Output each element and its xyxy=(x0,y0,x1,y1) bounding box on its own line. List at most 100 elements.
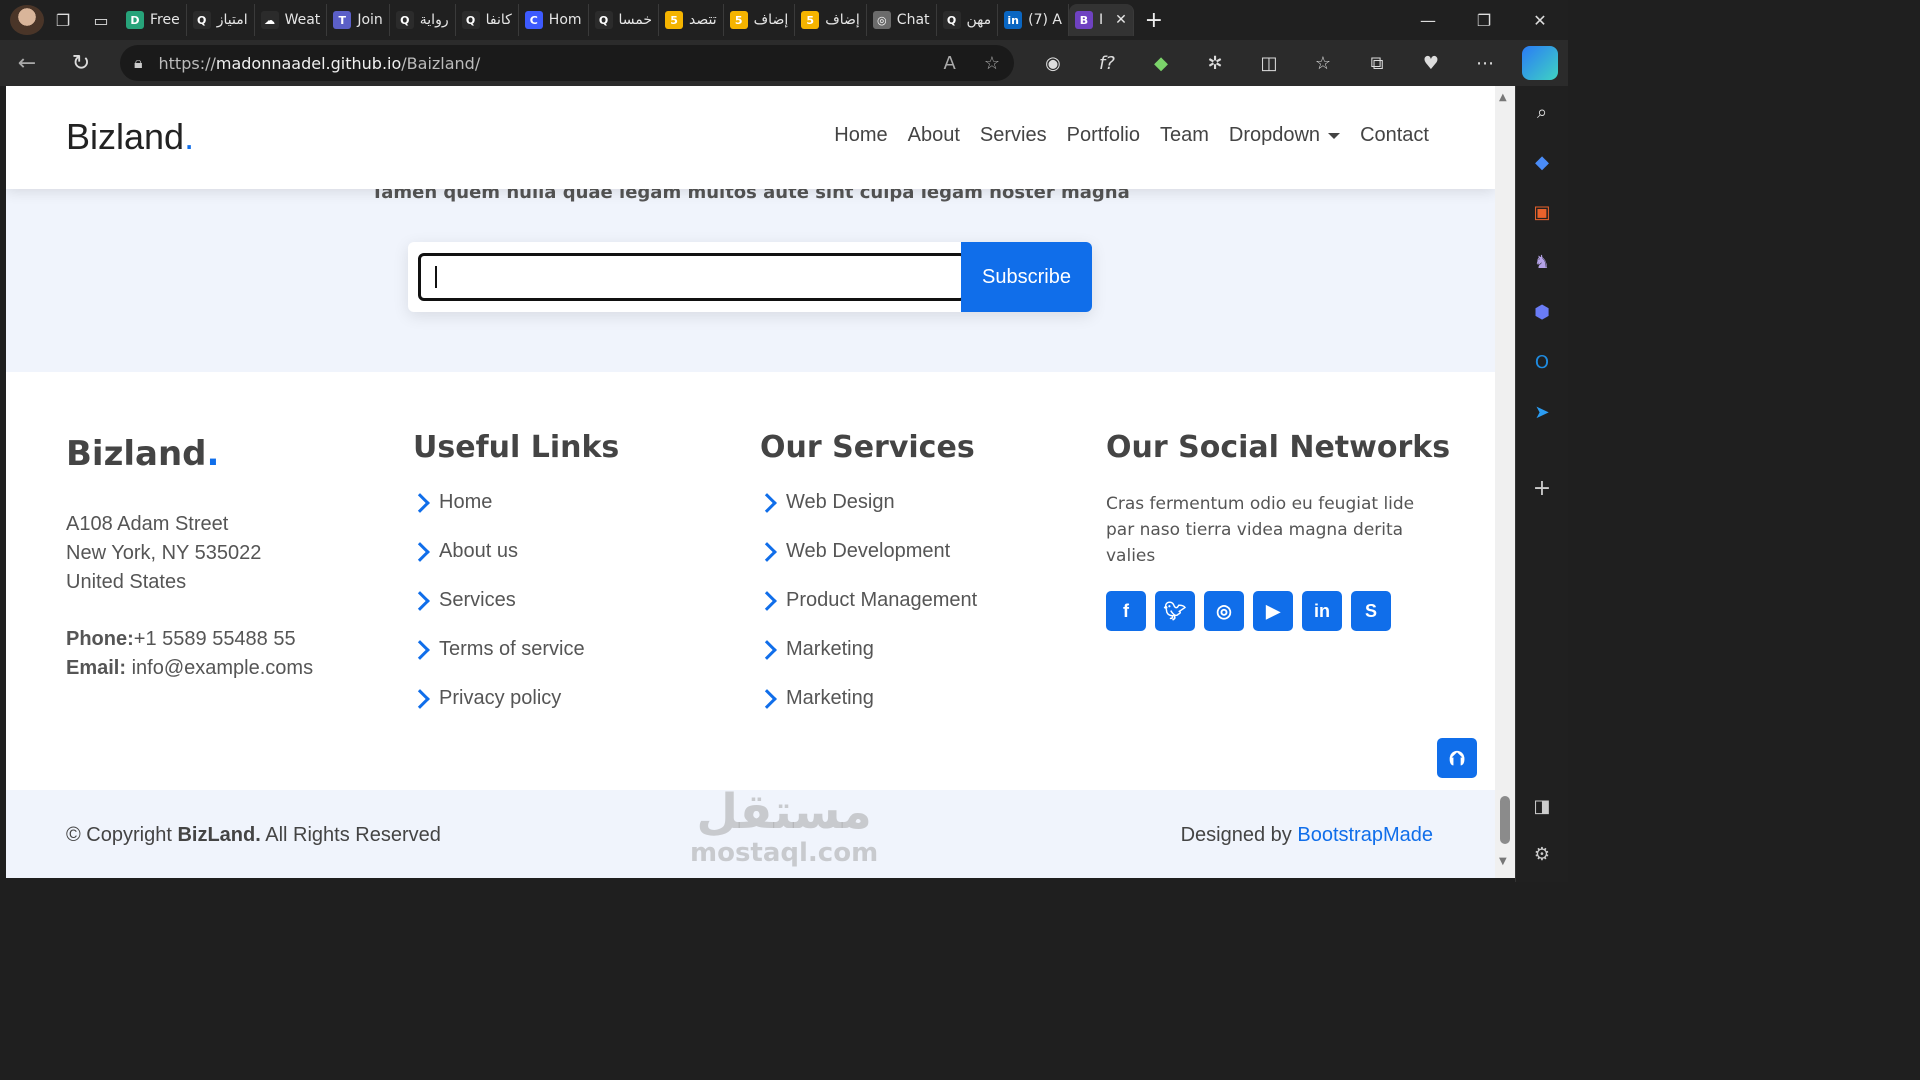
text-cursor xyxy=(435,266,437,288)
hide-sidebar-icon[interactable]: ◨ xyxy=(1528,792,1556,820)
nav-home[interactable]: Home xyxy=(834,124,887,147)
services-column: Our Services Web Design Web Development … xyxy=(757,430,977,736)
tab-label: تتصد xyxy=(689,12,717,28)
footer-link-privacy[interactable]: Privacy policy xyxy=(410,687,619,736)
instagram-icon[interactable]: ◎ xyxy=(1204,591,1244,631)
address-bar[interactable]: 🔒︎ https://madonnaadel.github.io/Baizlan… xyxy=(120,45,1014,81)
tab-label: Join xyxy=(357,12,383,28)
tab-favicon-icon: 5 xyxy=(729,11,748,29)
tab-favicon-icon: Q xyxy=(594,11,613,29)
browser-tab[interactable]: ◎ Chat xyxy=(867,4,937,36)
copilot-sidebar-icon[interactable]: ⬢ xyxy=(1528,298,1556,326)
favorites-icon[interactable]: ☆ xyxy=(1296,45,1350,81)
twitter-icon[interactable]: 🐦︎ xyxy=(1155,591,1195,631)
browser-tab[interactable]: T Join xyxy=(327,4,390,36)
nav-contact[interactable]: Contact xyxy=(1360,124,1429,147)
service-link-web-development[interactable]: Web Development xyxy=(757,540,977,589)
formula-extension-icon[interactable]: f? xyxy=(1080,45,1134,81)
browser-tab[interactable]: D Free xyxy=(120,4,187,36)
linkedin-icon[interactable]: in xyxy=(1302,591,1342,631)
close-window-icon[interactable]: ✕ xyxy=(1512,0,1568,40)
maximize-icon[interactable]: ❐ xyxy=(1456,0,1512,40)
tab-favicon-icon: T xyxy=(333,11,352,29)
facebook-icon[interactable]: f xyxy=(1106,591,1146,631)
tools-briefcase-icon[interactable]: ▣ xyxy=(1528,198,1556,226)
browser-tab[interactable]: in (7) A xyxy=(998,4,1069,36)
browser-tab[interactable]: Q كانفا xyxy=(456,4,519,36)
service-link-marketing-2[interactable]: Marketing xyxy=(757,687,977,736)
chevron-right-icon xyxy=(757,591,777,611)
workspaces-icon[interactable]: ❐ xyxy=(44,5,82,35)
newsletter-email-input[interactable] xyxy=(418,253,966,301)
page-scrollbar[interactable]: ▲ ▼ xyxy=(1495,86,1515,878)
more-menu-icon[interactable]: ⋯ xyxy=(1458,45,1512,81)
browser-tab[interactable]: 5 إضاف xyxy=(795,4,867,36)
refresh-icon[interactable]: ↻ xyxy=(54,45,108,81)
minimize-icon[interactable]: — xyxy=(1400,0,1456,40)
tab-label: خمسا xyxy=(618,12,653,28)
service-link-product-management[interactable]: Product Management xyxy=(757,589,977,638)
main-nav: Home About Servies Portfolio Team Dropdo… xyxy=(834,124,1429,147)
footer-top: Bizland. A108 Adam Street New York, NY 5… xyxy=(6,372,1495,790)
subscribe-button[interactable]: Subscribe xyxy=(961,242,1092,312)
browser-tab[interactable]: Q مهن xyxy=(937,4,999,36)
footer-link-services[interactable]: Services xyxy=(410,589,619,638)
close-tab-icon[interactable]: ✕ xyxy=(1115,12,1127,28)
footer-link-about[interactable]: About us xyxy=(410,540,619,589)
browser-tab[interactable]: C Hom xyxy=(519,4,589,36)
footer-address: A108 Adam Street New York, NY 535022 Uni… xyxy=(66,513,262,593)
extension-circle-icon[interactable]: ◉ xyxy=(1026,45,1080,81)
browser-tab[interactable]: 5 إضاف xyxy=(724,4,796,36)
chevron-right-icon xyxy=(757,542,777,562)
nav-about[interactable]: About xyxy=(908,124,960,147)
browser-tab[interactable]: Q خمسا xyxy=(589,4,660,36)
footer-link-home[interactable]: Home xyxy=(410,491,619,540)
split-screen-icon[interactable]: ◫ xyxy=(1242,45,1296,81)
colorful-extension-icon[interactable]: ◆ xyxy=(1134,45,1188,81)
browser-tab[interactable]: Q امتياز xyxy=(187,4,255,36)
search-icon[interactable]: ⌕ xyxy=(1528,98,1556,126)
youtube-icon[interactable]: ▶ xyxy=(1253,591,1293,631)
extensions-puzzle-icon[interactable]: ✲ xyxy=(1188,45,1242,81)
service-link-web-design[interactable]: Web Design xyxy=(757,491,977,540)
chevron-right-icon xyxy=(410,640,430,660)
service-link-marketing[interactable]: Marketing xyxy=(757,638,977,687)
lock-icon: 🔒︎ xyxy=(134,53,143,72)
tab-label: Chat xyxy=(896,12,930,28)
favorite-star-icon[interactable]: ☆ xyxy=(984,53,1000,74)
footer-link-terms[interactable]: Terms of service xyxy=(410,638,619,687)
scroll-up-icon[interactable]: ▲ xyxy=(1499,92,1507,103)
tab-actions-icon[interactable]: ▭ xyxy=(82,5,120,35)
add-sidebar-app-icon[interactable]: + xyxy=(1528,474,1556,502)
collections-icon[interactable]: ⧉ xyxy=(1350,45,1404,81)
tab-label: إضاف xyxy=(753,12,789,28)
browser-tab[interactable]: 5 تتصد xyxy=(659,4,724,36)
url-path: /Baizland/ xyxy=(401,53,481,73)
site-logo[interactable]: Bizland. xyxy=(66,116,194,158)
nav-portfolio[interactable]: Portfolio xyxy=(1067,124,1140,147)
skype-icon[interactable]: S xyxy=(1351,591,1391,631)
settings-gear-icon[interactable]: ⚙ xyxy=(1528,840,1556,868)
chevron-right-icon xyxy=(757,493,777,513)
browser-tab[interactable]: Q رواية xyxy=(390,4,456,36)
browser-tab[interactable]: B I ✕ xyxy=(1068,4,1134,36)
nav-team[interactable]: Team xyxy=(1160,124,1209,147)
profile-avatar[interactable] xyxy=(10,5,44,35)
scroll-thumb[interactable] xyxy=(1500,796,1510,844)
shopping-tag-icon[interactable]: ◆ xyxy=(1528,148,1556,176)
read-aloud-icon[interactable]: A xyxy=(944,53,956,74)
browser-tab[interactable]: ☁ Weat xyxy=(255,4,328,36)
url-prefix: https:// xyxy=(158,53,216,73)
scroll-down-icon[interactable]: ▼ xyxy=(1499,856,1507,867)
games-icon[interactable]: ♞ xyxy=(1528,248,1556,276)
browser-essentials-icon[interactable]: ♥ xyxy=(1404,45,1458,81)
outlook-icon[interactable]: O xyxy=(1528,348,1556,376)
back-icon[interactable]: ← xyxy=(0,45,54,81)
designer-link[interactable]: BootstrapMade xyxy=(1297,824,1433,846)
back-to-top-button[interactable]: ⮉ xyxy=(1437,738,1477,778)
copilot-icon[interactable] xyxy=(1522,46,1558,80)
send-icon[interactable]: ➤ xyxy=(1528,398,1556,426)
nav-services[interactable]: Servies xyxy=(980,124,1047,147)
new-tab-icon[interactable]: + xyxy=(1134,8,1174,33)
nav-dropdown[interactable]: Dropdown xyxy=(1229,124,1341,147)
